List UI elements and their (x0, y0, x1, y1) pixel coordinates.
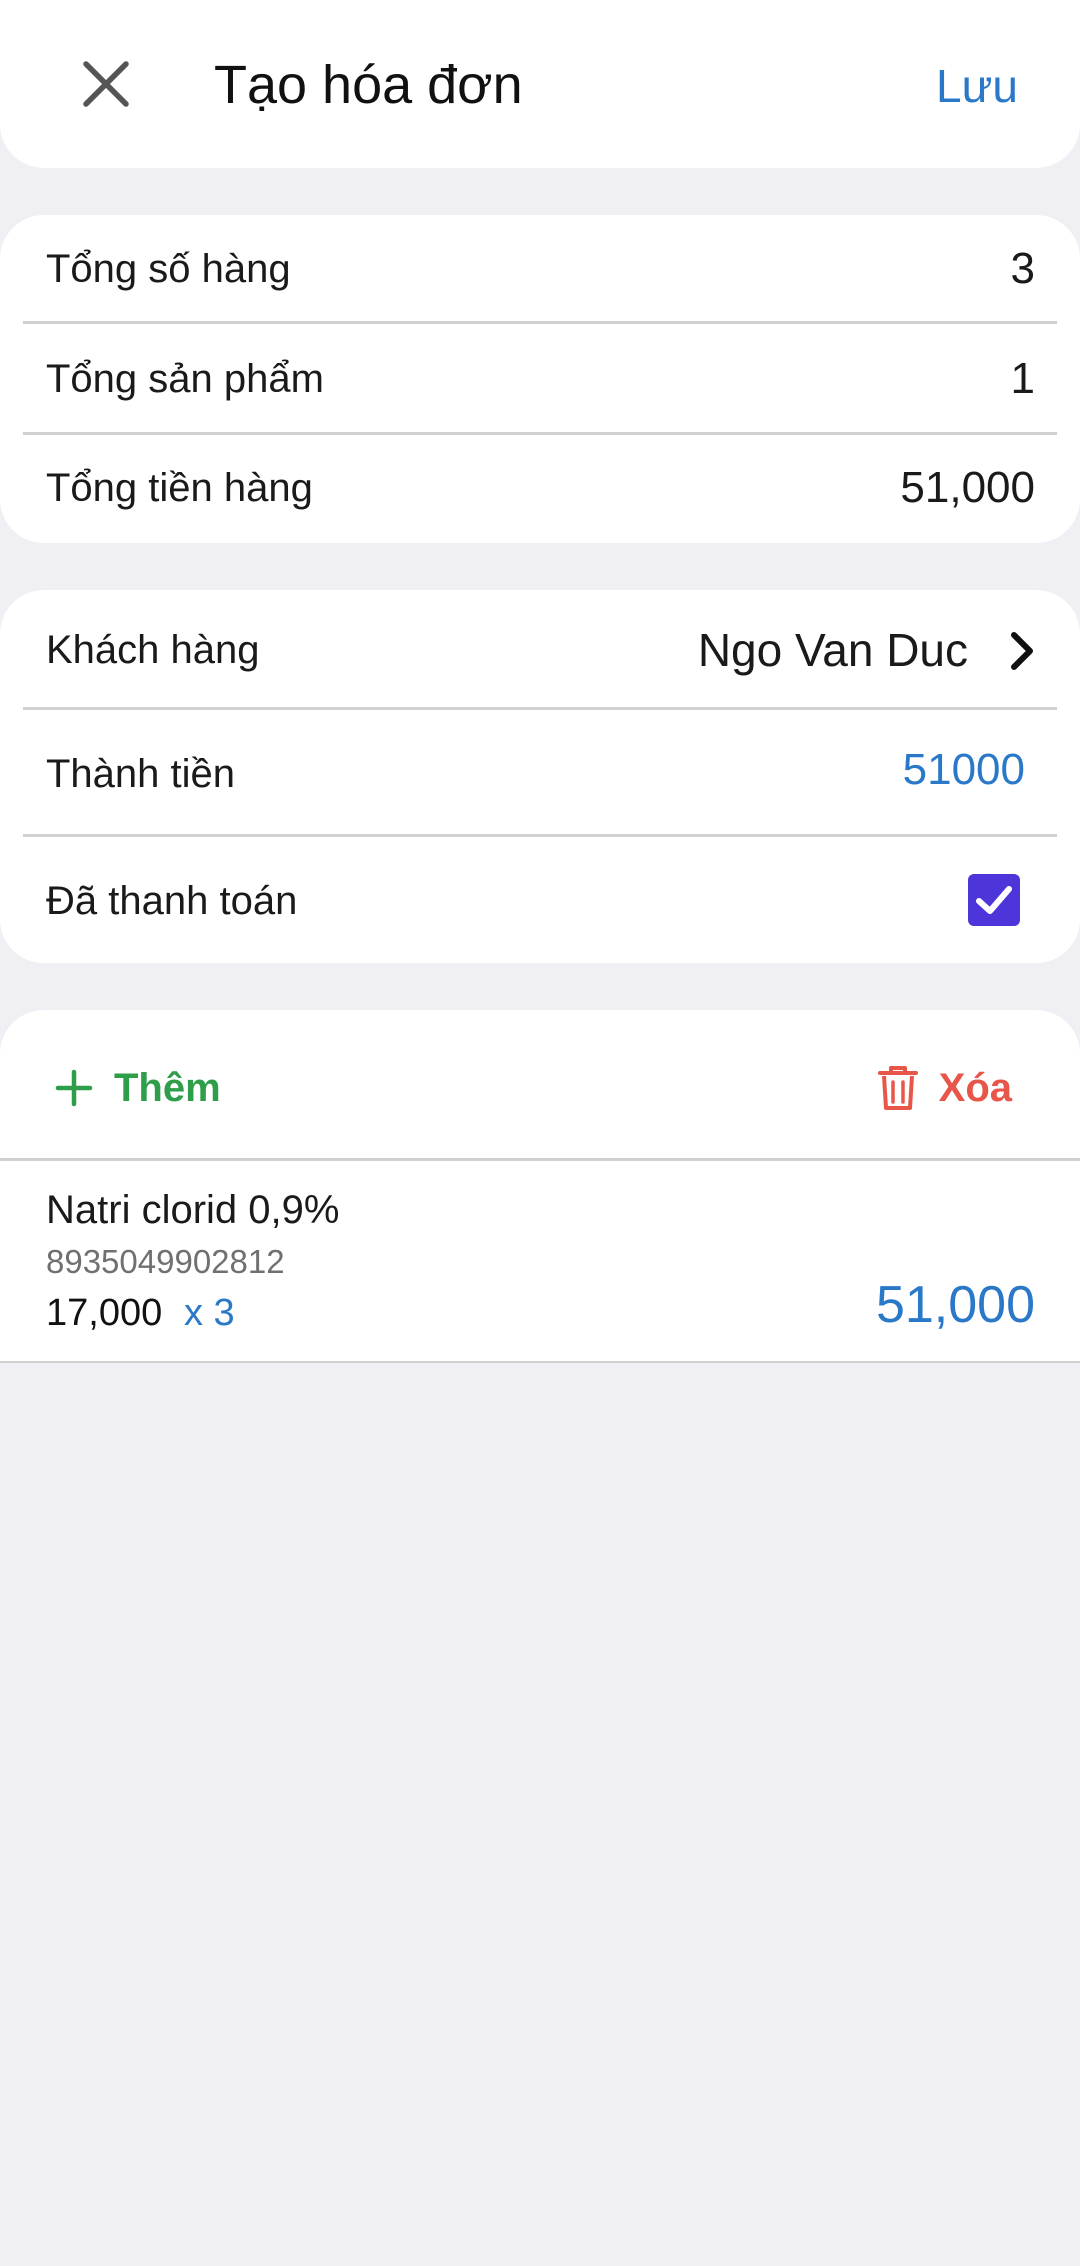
list-item[interactable]: Natri clorid 0,9% 8935049902812 17,000 x… (0, 1161, 1080, 1361)
summary-row-total-items: Tổng số hàng 3 (0, 215, 1080, 323)
plus-icon (55, 1069, 93, 1107)
summary-row-total-products: Tổng sản phẩm 1 (0, 324, 1080, 434)
invoice-items-list: Natri clorid 0,9% 8935049902812 17,000 x… (0, 1158, 1080, 1363)
summary-label: Tổng sản phẩm (46, 357, 324, 401)
amount-label: Thành tiền (46, 752, 236, 796)
customer-value: Ngo Van Duc (697, 624, 968, 676)
customer-label: Khách hàng (46, 628, 260, 672)
summary-label: Tổng số hàng (46, 247, 291, 291)
paid-row: Đã thanh toán (0, 837, 1080, 963)
item-unit-price: 17,000 (46, 1292, 163, 1334)
item-barcode: 8935049902812 (46, 1243, 285, 1280)
details-card: Khách hàng Ngo Van Duc Thành tiền 51000 … (0, 590, 1080, 963)
summary-value: 51,000 (900, 463, 1035, 512)
summary-value: 3 (1010, 244, 1035, 293)
item-quantity[interactable]: x 3 (184, 1289, 235, 1337)
amount-row[interactable]: Thành tiền 51000 (0, 710, 1080, 835)
close-icon (83, 61, 129, 107)
amount-value[interactable]: 51000 (903, 742, 1025, 798)
add-button[interactable]: Thêm (54, 1060, 221, 1116)
customer-row[interactable]: Khách hàng Ngo Van Duc (0, 590, 1080, 708)
paid-label: Đã thanh toán (46, 879, 298, 923)
save-button[interactable]: Lưu (936, 56, 1018, 116)
item-total: 51,000 (875, 1276, 1035, 1334)
summary-value: 1 (1010, 354, 1035, 403)
add-label: Thêm (114, 1065, 221, 1110)
close-button[interactable] (78, 56, 134, 112)
item-name: Natri clorid 0,9% (46, 1188, 340, 1232)
app-header: Tạo hóa đơn Lưu (0, 0, 1080, 168)
trash-icon (877, 1066, 918, 1110)
summary-row-total-amount: Tổng tiền hàng 51,000 (0, 435, 1080, 543)
summary-card: Tổng số hàng 3 Tổng sản phẩm 1 Tổng tiền… (0, 215, 1080, 543)
summary-label: Tổng tiền hàng (46, 466, 313, 510)
delete-label: Xóa (938, 1065, 1012, 1110)
paid-checkbox[interactable] (968, 874, 1020, 926)
checkmark-icon (976, 886, 1012, 914)
page-title: Tạo hóa đơn (214, 55, 523, 115)
chevron-right-icon (1011, 632, 1033, 670)
delete-button[interactable]: Xóa (877, 1058, 1012, 1118)
